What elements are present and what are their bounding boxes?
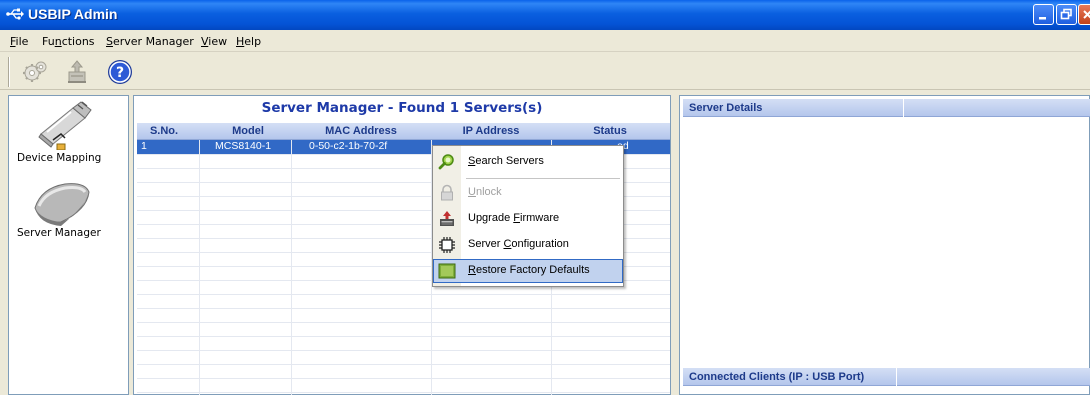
toolbar-grip xyxy=(8,57,10,87)
minimize-icon xyxy=(1039,17,1046,20)
details-panel: Server Details Connected Clients (IP : U… xyxy=(679,95,1090,395)
search-icon xyxy=(438,154,454,170)
nav-device-mapping[interactable]: Device Mapping xyxy=(9,96,128,174)
toolbar: ? xyxy=(0,53,1090,90)
navigation-panel: Device Mapping Server Manager xyxy=(8,95,129,395)
nav-server-manager[interactable]: Server Manager xyxy=(9,176,128,246)
menu-item-label: Unlock xyxy=(468,186,502,198)
table-row-line xyxy=(137,378,670,379)
context-menu-separator xyxy=(466,178,620,179)
close-button[interactable] xyxy=(1078,4,1090,25)
window-title: USBIP Admin xyxy=(28,6,118,22)
server-details-title: Server Details xyxy=(689,102,763,114)
connected-clients-title: Connected Clients (IP : USB Port) xyxy=(689,371,865,383)
context-menu: Search Servers Unlock Upgrade Firmware S… xyxy=(432,145,624,287)
menu-server-manager[interactable]: Server Manager xyxy=(106,35,194,48)
menu-item-upgrade-firmware[interactable]: Upgrade Firmware xyxy=(433,207,623,231)
close-icon xyxy=(1083,10,1090,19)
cell-mac: 0-50-c2-1b-70-2f xyxy=(309,140,388,152)
table-column-line xyxy=(291,140,292,395)
svg-text:?: ? xyxy=(116,65,124,81)
menu-item-label: Upgrade Firmware xyxy=(468,212,560,224)
table-row-line xyxy=(137,364,670,365)
server-table-header: S.No. Model MAC Address IP Address Statu… xyxy=(137,123,670,140)
table-row-line xyxy=(137,350,670,351)
column-header-sno[interactable]: S.No. xyxy=(149,125,179,137)
help-icon[interactable]: ? xyxy=(105,58,135,86)
server-device-icon xyxy=(34,183,90,226)
menu-item-label: Restore Factory Defaults xyxy=(468,264,590,276)
usb-device-icon xyxy=(38,101,92,150)
menu-help[interactable]: Help xyxy=(236,35,261,48)
menu-file[interactable]: File xyxy=(10,35,28,48)
nav-device-mapping-label: Device Mapping xyxy=(17,152,102,164)
server-manager-panel: Server Manager - Found 1 Servers(s) S.No… xyxy=(133,95,671,395)
table-row-line xyxy=(137,294,670,295)
nav-server-manager-label: Server Manager xyxy=(17,227,101,239)
minimize-button[interactable] xyxy=(1033,4,1054,25)
column-header-status[interactable]: Status xyxy=(551,125,669,137)
usb-app-icon xyxy=(6,8,24,20)
column-header-ip[interactable]: IP Address xyxy=(431,125,551,137)
table-row-line xyxy=(137,322,670,323)
upgrade-firmware-icon[interactable] xyxy=(62,58,92,86)
column-divider xyxy=(903,99,904,117)
menu-item-restore-factory-defaults[interactable]: Restore Factory Defaults xyxy=(433,259,623,283)
column-header-model[interactable]: Model xyxy=(203,125,293,137)
menu-item-server-configuration[interactable]: Server Configuration xyxy=(433,233,623,257)
menu-functions[interactable]: Functions xyxy=(42,35,95,48)
cell-sno: 1 xyxy=(141,140,147,152)
menu-item-label: Server Configuration xyxy=(468,238,569,250)
table-row-line xyxy=(137,392,670,393)
lock-icon xyxy=(441,184,453,201)
upgrade-firmware-icon xyxy=(440,211,454,226)
menu-item-search-servers[interactable]: Search Servers xyxy=(433,150,623,174)
menu-view[interactable]: View xyxy=(201,35,227,48)
table-row-line xyxy=(137,336,670,337)
column-divider xyxy=(896,368,897,386)
menu-item-label: Search Servers xyxy=(468,155,544,167)
restore-window-icon xyxy=(1060,8,1072,20)
table-column-line xyxy=(199,140,200,395)
connected-clients-header: Connected Clients (IP : USB Port) xyxy=(683,368,1090,386)
server-manager-title: Server Manager - Found 1 Servers(s) xyxy=(261,100,543,116)
app-window: USBIP Admin File Functions Server Manage… xyxy=(0,0,1090,395)
column-header-mac[interactable]: MAC Address xyxy=(291,125,431,137)
maximize-button[interactable] xyxy=(1056,4,1077,25)
settings-gear-icon[interactable] xyxy=(20,58,50,86)
server-details-header: Server Details xyxy=(683,99,1090,117)
table-row-line xyxy=(137,308,670,309)
cell-model: MCS8140-1 xyxy=(215,140,272,152)
menu-bar: File Functions Server Manager View Help xyxy=(0,30,1090,52)
title-bar[interactable]: USBIP Admin xyxy=(0,0,1090,30)
restore-icon xyxy=(438,263,456,279)
menu-item-unlock[interactable]: Unlock xyxy=(433,181,623,205)
chip-config-icon xyxy=(439,237,455,253)
